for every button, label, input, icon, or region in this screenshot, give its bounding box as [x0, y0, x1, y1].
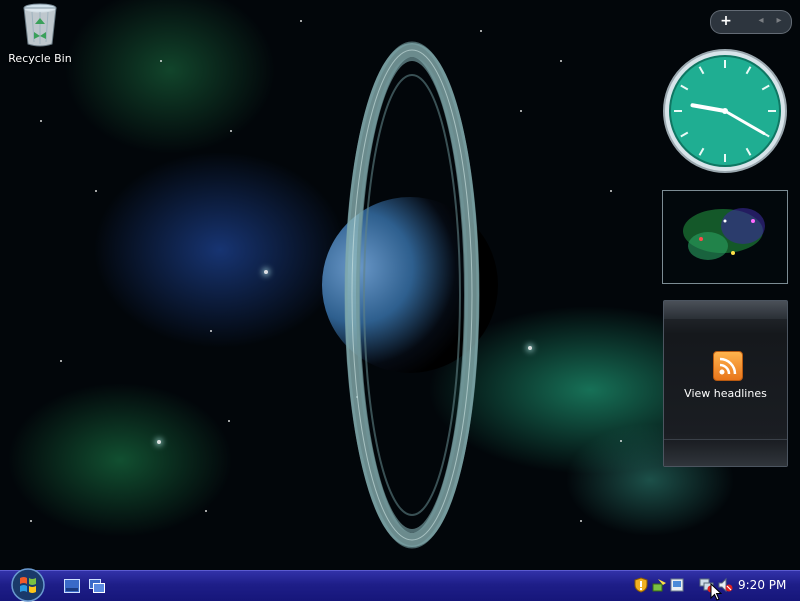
recycle-bin-shortcut[interactable]: Recycle Bin	[4, 2, 76, 72]
recycle-bin-icon	[23, 3, 57, 47]
rss-feed-icon	[713, 351, 743, 381]
clock-gadget[interactable]	[662, 48, 788, 174]
start-button[interactable]	[8, 567, 48, 603]
add-gadget-button[interactable]: +	[715, 12, 737, 30]
star	[95, 190, 97, 192]
mouse-cursor-icon	[710, 583, 722, 601]
star	[264, 270, 268, 274]
previous-page-button[interactable]: ◂	[753, 12, 769, 30]
ringed-planet-wallpaper-art	[322, 41, 498, 549]
network-status-icon[interactable]	[652, 577, 668, 593]
recycle-bin-label: Recycle Bin	[8, 52, 72, 65]
feed-footer	[664, 439, 787, 466]
slideshow-image	[663, 191, 787, 283]
star	[528, 346, 532, 350]
switch-windows-icon[interactable]	[89, 579, 105, 593]
feed-header	[664, 301, 787, 319]
taskbar-clock[interactable]: 9:20 PM	[738, 578, 790, 592]
star	[228, 420, 230, 422]
star	[157, 440, 161, 444]
taskbar: 9:20 PM	[0, 567, 800, 603]
star	[230, 130, 232, 132]
next-page-button[interactable]: ▸	[771, 12, 787, 30]
star	[40, 120, 42, 122]
star	[580, 520, 582, 522]
show-desktop-icon[interactable]	[64, 579, 80, 593]
star	[300, 20, 302, 22]
star	[610, 190, 612, 192]
feed-headlines-gadget[interactable]: View headlines	[663, 300, 788, 467]
sidebar-controls: + ◂ ▸	[710, 10, 792, 34]
windows-update-icon[interactable]	[669, 577, 685, 593]
star	[30, 520, 32, 522]
desktop-background: Recycle Bin + ◂ ▸ View headlines	[0, 0, 800, 570]
view-headlines-link[interactable]: View headlines	[664, 387, 787, 400]
security-shield-icon[interactable]	[633, 577, 649, 593]
star	[560, 60, 562, 62]
star	[210, 330, 212, 332]
star	[480, 30, 482, 32]
star	[520, 110, 522, 112]
star	[205, 510, 207, 512]
star	[60, 360, 62, 362]
star	[620, 440, 622, 442]
star	[160, 60, 162, 62]
slideshow-gadget[interactable]	[662, 190, 788, 284]
